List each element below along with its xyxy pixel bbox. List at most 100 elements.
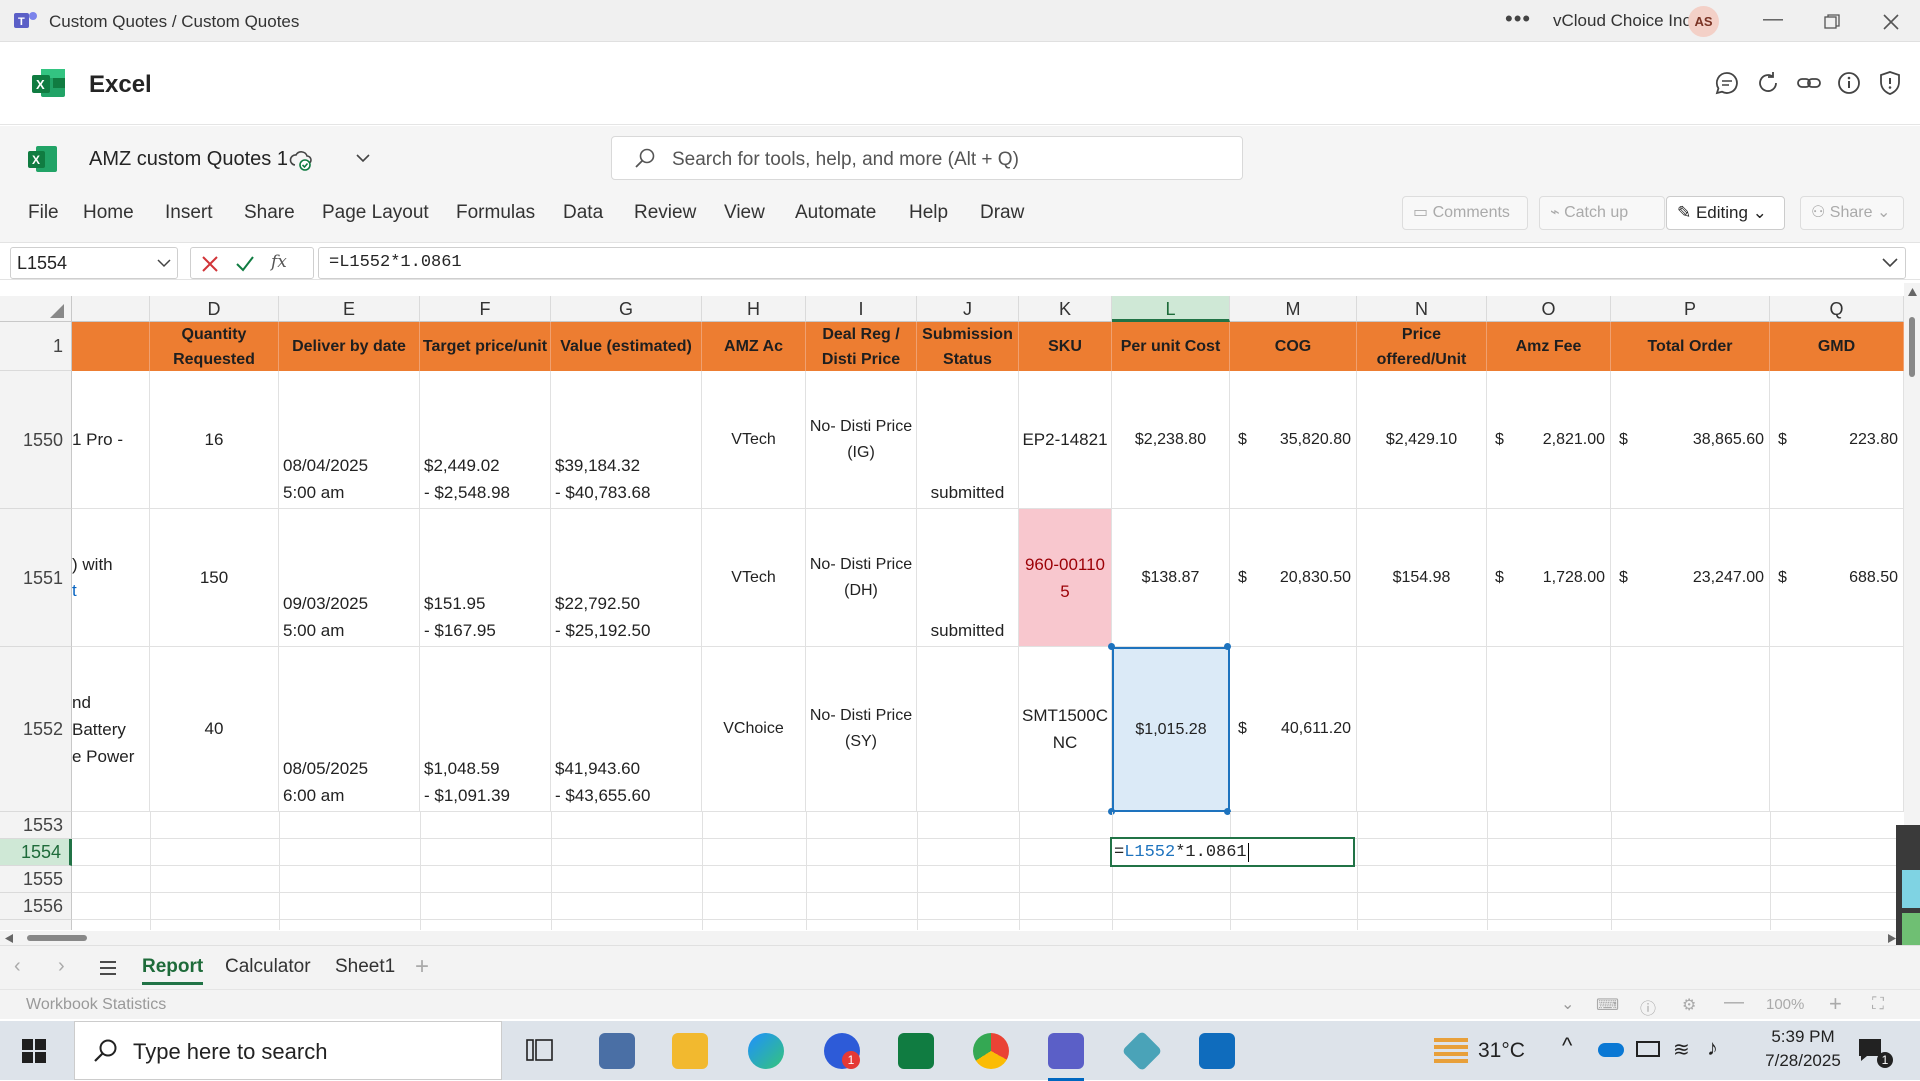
cell-l1552[interactable]: $1,015.28	[1112, 647, 1230, 812]
task-view-icon[interactable]	[526, 1037, 554, 1063]
header-cell-deliver-date[interactable]: Deliver by date	[279, 322, 420, 371]
sheet-tab-report[interactable]: Report	[142, 956, 204, 985]
sheet-tab-calculator[interactable]: Calculator	[225, 956, 311, 978]
cell-e1552[interactable]: 08/05/2025 6:00 am	[279, 647, 420, 812]
tab-home[interactable]: Home	[83, 202, 134, 224]
chrome-icon[interactable]	[973, 1033, 1009, 1069]
comments-button[interactable]: ▭ Comments	[1402, 196, 1528, 230]
cell-f1551[interactable]: $151.95- $167.95	[420, 509, 551, 647]
column-header-d[interactable]: D	[150, 296, 279, 322]
cell-j1550[interactable]: submitted	[917, 371, 1019, 509]
avatar[interactable]: AS	[1688, 6, 1719, 37]
catch-up-button[interactable]: ⌁ Catch up	[1539, 196, 1665, 230]
tab-page-layout[interactable]: Page Layout	[322, 202, 429, 224]
column-header-p[interactable]: P	[1611, 296, 1770, 322]
cell-c1552[interactable]: nd Battery e Power	[72, 647, 150, 812]
cell-p1551[interactable]: $23,247.00	[1611, 509, 1770, 647]
close-icon[interactable]	[1882, 13, 1900, 31]
cell-l1554-editor[interactable]: =L1552*1.0861	[1110, 837, 1355, 867]
cell-h1550[interactable]: VTech	[702, 371, 806, 509]
add-sheet-button[interactable]: +	[415, 953, 429, 981]
column-header-q[interactable]: Q	[1770, 296, 1904, 322]
column-header-e[interactable]: E	[279, 296, 420, 322]
help-icon[interactable]: ⓘ	[1640, 995, 1656, 1019]
cell-n1552[interactable]	[1357, 647, 1487, 812]
cell-n1550[interactable]: $2,429.10	[1357, 371, 1487, 509]
tab-share[interactable]: Share	[244, 202, 295, 224]
cell-m1550[interactable]: $35,820.80	[1230, 371, 1357, 509]
cell-o1552[interactable]	[1487, 647, 1611, 812]
zoom-app-icon[interactable]: 1	[824, 1033, 860, 1069]
selection-handle[interactable]	[1224, 643, 1231, 650]
outlook-icon[interactable]	[1199, 1033, 1235, 1069]
cell-f1550[interactable]: $2,449.02- $2,548.98	[420, 371, 551, 509]
info-icon[interactable]	[1835, 69, 1863, 97]
cell-j1551[interactable]: submitted	[917, 509, 1019, 647]
header-cell-sku[interactable]: SKU	[1019, 322, 1112, 371]
cell-l1551[interactable]: $138.87	[1112, 509, 1230, 647]
share-button[interactable]: ⚇ Share ⌄	[1800, 196, 1904, 230]
clock-time[interactable]: 5:39 PM	[1758, 1027, 1848, 1047]
cell-k1550[interactable]: EP2-14821	[1019, 371, 1112, 509]
tab-data[interactable]: Data	[563, 202, 603, 224]
row-header-1[interactable]: 1	[0, 322, 72, 371]
fullscreen-icon[interactable]: ⛶	[1872, 994, 1884, 1014]
cell-i1550[interactable]: No- Disti Price (IG)	[806, 371, 917, 509]
cell-e1550[interactable]: 08/04/2025 5:00 am	[279, 371, 420, 509]
excel-taskbar-icon[interactable]	[898, 1033, 934, 1069]
shield-icon[interactable]	[1876, 69, 1904, 97]
header-cell-amz-fee[interactable]: Amz Fee	[1487, 322, 1611, 371]
header-cell-target-price[interactable]: Target price/unit	[420, 322, 551, 371]
header-cell-amz-ac[interactable]: AMZ Ac	[702, 322, 806, 371]
header-cell-price-offered[interactable]: Price offered/Unit	[1357, 322, 1487, 371]
zoom-level[interactable]: 100%	[1766, 996, 1804, 1013]
search-box[interactable]: Search for tools, help, and more (Alt + …	[611, 136, 1243, 180]
tab-draw[interactable]: Draw	[980, 202, 1024, 224]
row-header-1554[interactable]: 1554	[0, 839, 72, 866]
cell-i1551[interactable]: No- Disti Price (DH)	[806, 509, 917, 647]
cell-p1552[interactable]	[1611, 647, 1770, 812]
header-cell-value[interactable]: Value (estimated)	[551, 322, 702, 371]
weather-icon[interactable]	[1434, 1037, 1468, 1063]
cell-d1552[interactable]: 40	[150, 647, 279, 812]
cell-o1551[interactable]: $1,728.00	[1487, 509, 1611, 647]
all-sheets-icon[interactable]	[99, 961, 117, 975]
cell-f1552[interactable]: $1,048.59- $1,091.39	[420, 647, 551, 812]
formula-input[interactable]: =L1552*1.0861	[318, 247, 1906, 279]
cell-c1550[interactable]: 1 Pro -	[72, 371, 150, 509]
scroll-left-icon[interactable]	[5, 934, 13, 943]
cell-k1552[interactable]: SMT1500C NC	[1019, 647, 1112, 812]
chevron-down-icon[interactable]: ⌄	[1561, 994, 1574, 1014]
cell-h1552[interactable]: VChoice	[702, 647, 806, 812]
taskbar-search-input[interactable]: Type here to search	[133, 1039, 327, 1065]
cell-m1552[interactable]: $40,611.20	[1230, 647, 1357, 812]
scroll-up-icon[interactable]	[1908, 288, 1917, 296]
insert-function-icon[interactable]: fx	[271, 252, 287, 272]
tab-automate[interactable]: Automate	[795, 202, 876, 224]
windows-start-icon[interactable]	[22, 1039, 46, 1063]
chat-icon[interactable]	[1713, 69, 1741, 97]
edge-icon[interactable]	[748, 1033, 784, 1069]
horizontal-scrollbar[interactable]	[0, 931, 1904, 945]
row-header-1552[interactable]: 1552	[0, 647, 72, 812]
cell-q1551[interactable]: $688.50	[1770, 509, 1904, 647]
cell-p1550[interactable]: $38,865.60	[1611, 371, 1770, 509]
cell-h1551[interactable]: VTech	[702, 509, 806, 647]
editing-button[interactable]: ✎ Editing ⌄	[1666, 196, 1785, 230]
search-input[interactable]: Search for tools, help, and more (Alt + …	[672, 149, 1019, 171]
tab-help[interactable]: Help	[909, 202, 948, 224]
cell-d1551[interactable]: 150	[150, 509, 279, 647]
column-header-k[interactable]: K	[1019, 296, 1112, 322]
select-all-corner[interactable]	[0, 296, 72, 322]
column-header-g[interactable]: G	[551, 296, 702, 322]
restore-icon[interactable]	[1824, 14, 1840, 30]
v-scroll-thumb[interactable]	[1909, 317, 1915, 377]
name-box[interactable]: L1554	[10, 247, 178, 279]
confirm-icon[interactable]	[235, 255, 255, 273]
calculator-icon[interactable]	[599, 1033, 635, 1069]
sheet-tab-sheet1[interactable]: Sheet1	[335, 956, 395, 978]
cell-j1552[interactable]	[917, 647, 1019, 812]
column-header-c[interactable]	[72, 296, 150, 322]
selection-handle[interactable]	[1108, 643, 1115, 650]
cell-n1551[interactable]: $154.98	[1357, 509, 1487, 647]
